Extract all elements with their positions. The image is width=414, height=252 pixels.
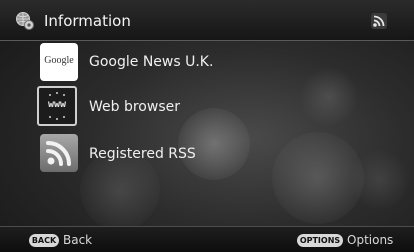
list-item-registered-rss[interactable]: Registered RSS [0,133,300,175]
google-news-thumbnail: Google [40,43,78,81]
www-text: www [47,99,67,110]
globe-gear-icon [16,12,34,30]
back-key-badge[interactable]: BACK [29,234,59,247]
web-browser-icon: www [37,86,77,126]
list-item-web-browser[interactable]: www Web browser [0,86,300,128]
rss-signal-icon [371,13,387,29]
item-label: Registered RSS [89,146,196,162]
item-label: Web browser [89,99,180,115]
footer-bar: BACK Back OPTIONS Options [0,226,414,252]
rss-waves-icon [46,141,71,166]
rss-feed-icon [40,134,78,172]
options-label[interactable]: Options [347,233,393,247]
google-logo-text: Google [44,55,74,66]
information-screen: Information Google Google News U.K. www [0,0,414,252]
page-title: Information [44,12,131,30]
list-item-google-news[interactable]: Google Google News U.K. [0,41,300,83]
title-bar: Information [0,0,414,41]
back-label[interactable]: Back [63,233,92,247]
bokeh-light [300,68,358,126]
options-key-badge[interactable]: OPTIONS [297,234,343,247]
bokeh-light [350,150,410,210]
item-label: Google News U.K. [89,54,214,70]
